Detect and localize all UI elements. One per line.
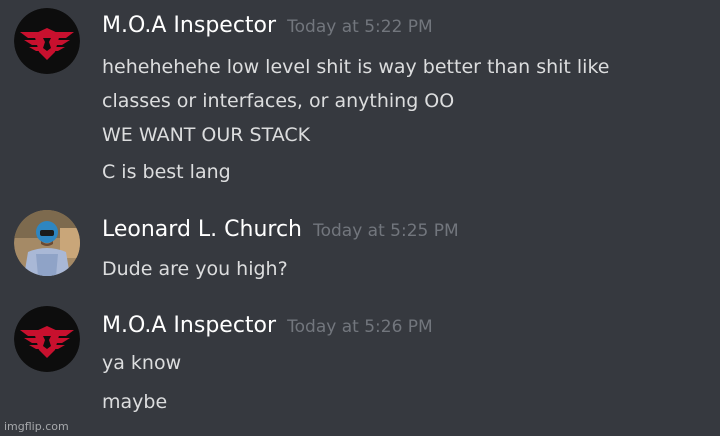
username[interactable]: Leonard L. Church — [102, 217, 302, 242]
watermark: imgflip.com — [4, 420, 69, 433]
username[interactable]: M.O.A Inspector — [102, 313, 276, 338]
timestamp: Today at 5:26 PM — [287, 317, 433, 337]
message-header: Leonard L. Church Today at 5:25 PM — [102, 217, 459, 242]
timestamp: Today at 5:22 PM — [287, 17, 433, 37]
message-text: maybe — [102, 391, 168, 413]
message-text: hehehehehe low level shit is way better … — [102, 56, 610, 78]
message-header: M.O.A Inspector Today at 5:22 PM — [102, 13, 433, 38]
avatar[interactable] — [14, 210, 80, 276]
username[interactable]: M.O.A Inspector — [102, 13, 276, 38]
arstotzka-emblem-icon — [14, 306, 80, 372]
message-text: WE WANT OUR STACK — [102, 124, 311, 146]
message-text: Dude are you high? — [102, 258, 288, 280]
timestamp: Today at 5:25 PM — [313, 221, 459, 241]
message-header: M.O.A Inspector Today at 5:26 PM — [102, 313, 433, 338]
message-text: ya know — [102, 352, 182, 374]
message-text: classes or interfaces, or anything OO — [102, 90, 455, 112]
avatar[interactable] — [14, 8, 80, 74]
avatar[interactable] — [14, 306, 80, 372]
message-text: C is best lang — [102, 161, 231, 183]
arstotzka-emblem-icon — [14, 8, 80, 74]
user-photo-icon — [14, 210, 80, 276]
